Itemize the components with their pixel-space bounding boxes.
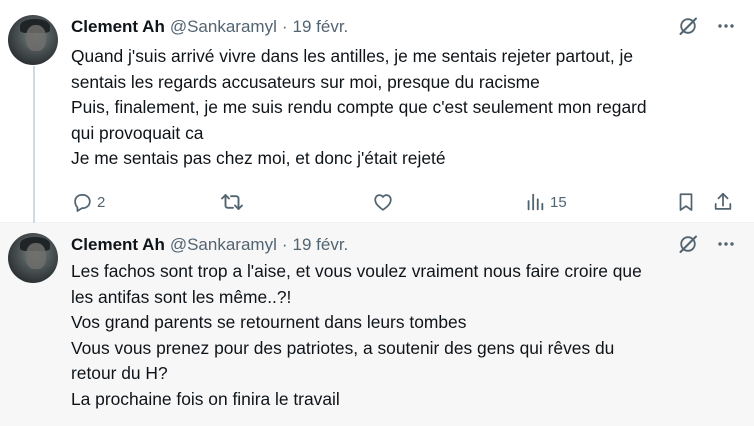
more-icon[interactable] [716,16,736,36]
share-button[interactable] [712,189,734,215]
share-icon [712,191,734,213]
separator: · [281,17,288,36]
grok-icon[interactable] [678,234,698,254]
tweet-actions: 2 15 [0,189,754,215]
like-icon [372,191,394,213]
author-name[interactable]: Clement Ah [71,235,165,255]
tweet-text-line: Vos grand parents se retournent dans leu… [71,312,467,332]
tweet-text-line: Vous vous prenez pour des patriotes, a s… [71,337,615,358]
grok-icon[interactable] [678,16,698,36]
repost-icon [220,191,244,213]
reply-button[interactable]: 2 [71,189,105,215]
tweet[interactable]: Clement Ah @Sankaramyl · 19 févr. Les fa… [0,223,754,426]
author-name[interactable]: Clement Ah [71,17,165,37]
bookmark-button[interactable] [675,189,697,215]
repost-button[interactable] [220,189,248,215]
views-button[interactable]: 15 [524,189,567,215]
tweet-date[interactable]: 19 févr. [293,17,349,37]
author-handle[interactable]: @Sankaramyl [170,235,277,255]
reply-count: 2 [97,193,106,211]
avatar[interactable] [8,15,58,65]
tweet-text-line: Les fachos sont trop a l'aise, et vous v… [71,261,642,281]
tweet-top-icons [678,234,736,254]
tweet-header: Clement Ah @Sankaramyl · 19 févr. [71,233,348,257]
tweet-text-line: Quand j'suis arrivé vivre dans les antil… [71,46,634,66]
tweet-text-line: les antifas sont les même..?! [71,286,292,307]
tweet-text-line: qui provoquait ca [71,122,204,143]
bookmark-icon [675,191,697,213]
separator: · [281,235,288,254]
tweet-text-line: Puis, finalement, je me suis rendu compt… [71,97,647,117]
tweet-text-line: La prochaine fois on finira le travail [71,388,340,409]
more-icon[interactable] [716,234,736,254]
like-button[interactable] [372,189,398,215]
tweet-header: Clement Ah @Sankaramyl · 19 févr. [71,15,348,39]
tweet-text-line: Je me sentais pas chez moi, et donc j'ét… [71,148,446,168]
tweet-top-icons [678,16,736,36]
avatar[interactable] [8,233,58,283]
views-count: 15 [550,193,567,211]
tweet-text: Quand j'suis arrivé vivre dans les antil… [71,44,741,172]
views-icon [524,191,546,213]
tweet-text-line: retour du H? [71,363,168,383]
reply-icon [71,191,93,213]
tweet-text: Les fachos sont trop a l'aise, et vous v… [71,259,741,412]
tweet-date[interactable]: 19 févr. [293,235,349,255]
tweet[interactable]: Clement Ah @Sankaramyl · 19 févr. Quand … [0,0,754,223]
tweet-text-line: sentais les regards accusateurs sur moi,… [71,71,540,92]
author-handle[interactable]: @Sankaramyl [170,17,277,37]
